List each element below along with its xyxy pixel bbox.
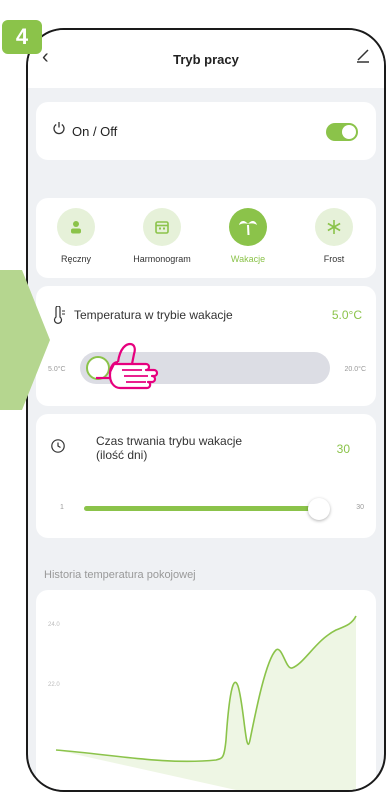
temperature-min: 5.0°C [48,366,66,373]
history-line [55,615,357,790]
snowflake-icon [315,208,353,246]
arrow-indicator-icon [0,270,50,410]
mode-vacation[interactable]: Wakacje [208,208,288,264]
history-chart: 24.0 22.0 [36,590,376,790]
duration-slider-knob[interactable] [308,498,330,520]
thermometer-icon [53,306,65,324]
mode-label: Frost [323,254,345,264]
edit-icon[interactable] [354,46,372,64]
duration-value: 30 [336,442,350,456]
phone-screen: ‹ Tryb pracy On / Off Ręczny Harmonogram [26,28,386,792]
power-card: On / Off [36,102,376,160]
pointer-hand-icon [96,342,159,390]
mode-label: Wakacje [230,254,266,264]
page-title: Tryb pracy [173,52,239,67]
person-icon [57,208,95,246]
y-axis-label: 24.0 [48,622,60,628]
mode-frost[interactable]: Frost [294,208,374,264]
temperature-card: Temperatura w trybie wakacje 5.0°C 5.0°C… [36,286,376,406]
power-toggle[interactable] [326,123,358,141]
duration-min: 1 [60,504,64,511]
mode-selector: Ręczny Harmonogram Wakacje Frost [36,198,376,278]
duration-label: Czas trwania trybu wakacje (ilość dni) [96,434,243,462]
power-icon [53,122,65,135]
mode-manual[interactable]: Ręczny [36,208,116,264]
step-badge: 4 [2,20,42,54]
temperature-value: 5.0°C [331,308,362,322]
duration-slider-track[interactable] [84,506,322,511]
mode-label: Ręczny [60,254,91,264]
calendar-icon [143,208,181,246]
duration-card: Czas trwania trybu wakacje (ilość dni) 3… [36,414,376,538]
duration-max: 30 [356,504,364,511]
history-title: Historia temperatura pokojowej [44,569,196,581]
temperature-max: 20.0°C [344,366,366,373]
mode-schedule[interactable]: Harmonogram [122,208,202,264]
temperature-label: Temperatura w trybie wakacje [74,308,233,322]
power-label: On / Off [72,124,118,139]
y-axis-label: 22.0 [48,682,60,688]
mode-label: Harmonogram [133,254,191,264]
clock-icon [51,439,65,453]
app-header: ‹ Tryb pracy [28,30,384,88]
palm-tree-icon [229,208,267,246]
